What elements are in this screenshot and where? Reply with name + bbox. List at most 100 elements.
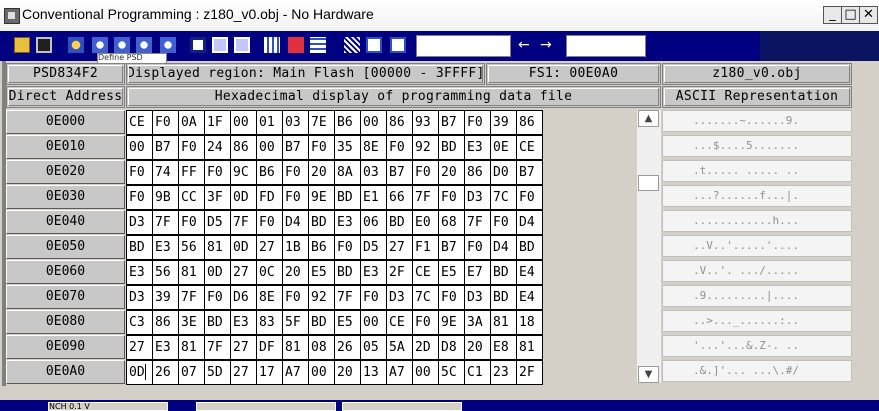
hex-byte-cell[interactable]: BD [334,185,361,210]
hex-byte-cell[interactable]: 9B [152,185,179,210]
hex-byte-cell[interactable]: CE [412,260,439,285]
hex-byte-cell[interactable]: F0 [412,310,439,335]
ff-icon[interactable] [366,37,382,53]
hex-byte-cell[interactable]: 7F [230,210,257,235]
hex-byte-cell[interactable]: 5A [386,335,413,360]
hex-byte-cell[interactable]: FF [178,160,205,185]
scroll-thumb[interactable] [638,175,659,191]
hex-byte-cell[interactable]: E3 [334,210,361,235]
hex-byte-cell[interactable]: C1 [464,360,491,385]
hex-byte-cell[interactable]: F0 [360,285,387,310]
goto-field[interactable] [566,35,646,57]
hex-byte-cell[interactable]: CE [126,110,153,135]
hex-byte-cell[interactable]: D3 [126,285,153,310]
hex-byte-cell[interactable]: 74 [152,160,179,185]
hex-byte-cell[interactable]: D3 [126,210,153,235]
hex-byte-cell[interactable]: CE [386,310,413,335]
hex-byte-cell[interactable]: E7 [464,260,491,285]
hex-byte-cell[interactable]: 9E [308,185,335,210]
close-button[interactable]: ✕ [859,6,878,24]
chip-icon[interactable] [234,37,250,53]
hex-byte-cell[interactable]: 35 [334,135,361,160]
hex-byte-cell[interactable]: 00 [412,360,439,385]
hex-byte-cell[interactable]: E0 [412,210,439,235]
hex-byte-cell[interactable]: BD [490,260,517,285]
hex-byte-cell[interactable]: BD [204,310,231,335]
hex-byte-cell[interactable]: F0 [152,110,179,135]
hex-byte-cell[interactable]: F0 [412,160,439,185]
hex-byte-cell[interactable]: 8E [256,285,283,310]
hex-byte-cell[interactable]: 27 [230,260,257,285]
hex-byte-cell[interactable]: F0 [282,285,309,310]
hex-byte-cell[interactable]: E4 [516,260,543,285]
hex-byte-cell[interactable]: BD [438,135,465,160]
hex-byte-cell[interactable]: 27 [256,235,283,260]
hex-byte-cell[interactable]: 00 [256,135,283,160]
hex-byte-cell[interactable]: 66 [386,185,413,210]
hex-byte-cell[interactable]: D4 [490,235,517,260]
open-folder-icon[interactable] [14,37,30,53]
hex-byte-cell[interactable]: BD [308,210,335,235]
hex-byte-cell[interactable]: 0D [230,235,257,260]
hex-byte-cell[interactable]: 27 [230,360,257,385]
hex-byte-cell[interactable]: 9C [230,160,257,185]
hex-byte-cell[interactable]: F0 [282,185,309,210]
hex-byte-cell[interactable]: 0D [204,260,231,285]
hex-byte-cell[interactable]: CE [516,135,543,160]
hex-byte-cell[interactable]: F0 [308,135,335,160]
hex-byte-cell[interactable]: BD [490,285,517,310]
hex-byte-cell[interactable]: 07 [178,360,205,385]
minimize-button[interactable]: _ [823,6,842,24]
hex-byte-cell[interactable]: B7 [438,235,465,260]
hex-byte-cell[interactable]: 7C [412,285,439,310]
hex-byte-cell[interactable]: F0 [256,210,283,235]
hex-byte-cell[interactable]: 27 [230,335,257,360]
hex-byte-cell[interactable]: E3 [230,310,257,335]
hex-byte-cell[interactable]: 83 [256,310,283,335]
hex-byte-cell[interactable]: BD [334,260,361,285]
hex-byte-cell[interactable]: D4 [516,210,543,235]
hex-byte-cell[interactable]: BD [308,310,335,335]
hex-byte-cell[interactable]: 81 [204,235,231,260]
hex-byte-cell[interactable]: 1B [282,235,309,260]
nav-forward-button[interactable]: → [540,36,552,54]
hex-byte-cell[interactable]: B7 [516,160,543,185]
grid-icon[interactable] [288,37,304,53]
hex-byte-cell[interactable]: F0 [490,210,517,235]
hex-byte-cell[interactable]: DF [256,335,283,360]
hex-byte-cell[interactable]: 3F [204,185,231,210]
hex-byte-cell[interactable]: 03 [360,160,387,185]
hex-byte-cell[interactable]: 93 [412,110,439,135]
hex-byte-cell[interactable]: F0 [516,185,543,210]
hex-byte-cell[interactable]: C3 [126,310,153,335]
hex-byte-cell[interactable]: E8 [490,335,517,360]
hex-byte-cell[interactable]: 0E [490,135,517,160]
hex-byte-cell[interactable]: 5F [282,310,309,335]
hex-byte-cell[interactable]: F1 [412,235,439,260]
hex-byte-cell[interactable]: 0D [126,360,153,385]
hex-byte-cell[interactable]: F0 [282,160,309,185]
hex-byte-cell[interactable]: 8E [360,135,387,160]
chip-icon[interactable] [190,37,206,53]
hex-byte-cell[interactable]: CC [178,185,205,210]
hex-byte-cell[interactable]: 39 [152,285,179,310]
hex-byte-cell[interactable]: 92 [308,285,335,310]
hex-byte-cell[interactable]: 08 [308,335,335,360]
hex-byte-cell[interactable]: D5 [204,210,231,235]
hex-byte-cell[interactable]: 26 [334,335,361,360]
chip-icon[interactable] [212,37,228,53]
hex-byte-cell[interactable]: 20 [282,260,309,285]
hex-byte-cell[interactable]: F0 [386,135,413,160]
hex-byte-cell[interactable]: 2D [412,335,439,360]
hex-byte-cell[interactable]: E3 [152,235,179,260]
hex-byte-cell[interactable]: 7F [412,185,439,210]
hex-byte-cell[interactable]: 86 [386,110,413,135]
gear-icon[interactable] [92,37,108,53]
hex-byte-cell[interactable]: D3 [386,285,413,310]
hex-byte-cell[interactable]: 86 [516,110,543,135]
scroll-down-button[interactable]: ▼ [638,366,659,383]
hex-byte-cell[interactable]: F0 [178,210,205,235]
hex-byte-cell[interactable]: F0 [464,235,491,260]
hex-byte-cell[interactable]: E3 [126,260,153,285]
hex-byte-cell[interactable]: B7 [386,160,413,185]
